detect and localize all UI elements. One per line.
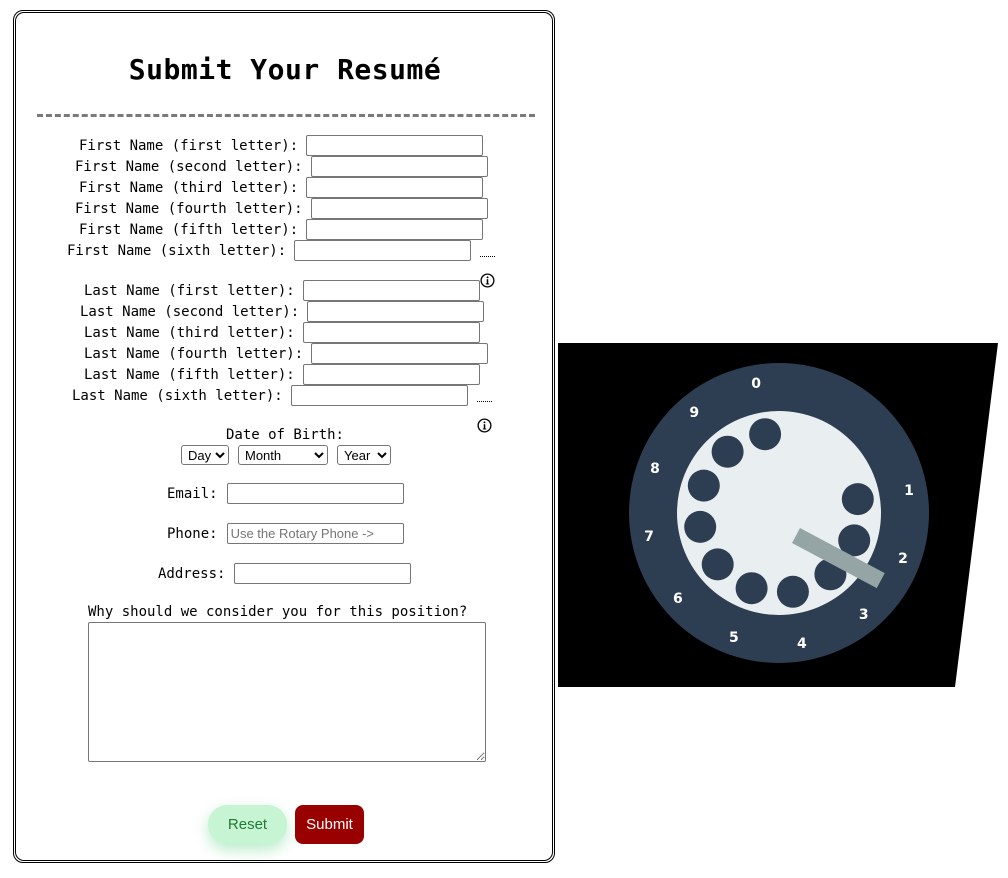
finger-hole[interactable] (687, 469, 720, 502)
first-name-letter-1-input[interactable] (306, 135, 484, 156)
first-name-label-4: First Name (fourth letter): (75, 200, 303, 217)
last-name-row-1: Last Name (first letter): (84, 280, 480, 301)
first-name-row-2: First Name (second letter): (75, 156, 488, 177)
submit-button[interactable]: Submit (295, 805, 364, 844)
dob-label: Date of Birth: (225, 427, 344, 443)
first-name-label-2: First Name (second letter): (75, 158, 303, 175)
last-name-label-5: Last Name (fifth letter): (84, 366, 295, 383)
first-name-row-5: First Name (fifth letter): (79, 219, 484, 240)
last-name-row-6: Last Name (sixth letter): (72, 385, 492, 433)
first-name-row-6: First Name (sixth letter): (67, 240, 496, 288)
dial-digit-2[interactable]: 2 (898, 551, 908, 567)
first-name-label-3: First Name (third letter): (79, 179, 299, 196)
first-name-label-5: First Name (fifth letter): (79, 221, 299, 238)
first-name-row-1: First Name (first letter): (79, 135, 484, 156)
dial-digit-5[interactable]: 5 (729, 630, 739, 646)
finger-hole[interactable] (749, 418, 782, 451)
rotary-phone-svg: 1 2 3 4 5 6 7 8 9 0 (558, 343, 998, 687)
last-name-letter-2-input[interactable] (307, 301, 485, 322)
why-textarea[interactable] (88, 622, 486, 762)
dob-month-select[interactable]: Month (238, 445, 328, 465)
last-name-label-4: Last Name (fourth letter): (84, 345, 304, 362)
last-name-letter-4-input[interactable] (311, 343, 489, 364)
dial-digit-3[interactable]: 3 (859, 607, 869, 623)
last-name-label-3: Last Name (third letter): (84, 324, 295, 341)
first-name-row-3: First Name (third letter): (79, 177, 484, 198)
finger-hole[interactable] (684, 510, 717, 543)
dial-digit-8[interactable]: 8 (650, 461, 660, 477)
first-name-letter-5-input[interactable] (306, 219, 484, 240)
finger-hole[interactable] (776, 575, 809, 608)
last-name-label-6: Last Name (sixth letter): (72, 387, 283, 404)
first-name-row-4: First Name (fourth letter): (75, 198, 488, 219)
finger-hole[interactable] (711, 435, 744, 468)
first-name-label-6: First Name (sixth letter): (67, 242, 287, 259)
phone-row: Phone: (167, 523, 404, 544)
dob-selects: Day Month Year (181, 445, 400, 465)
address-label: Address: (158, 565, 226, 582)
email-row: Email: (167, 483, 404, 504)
info-icon[interactable] (476, 386, 492, 433)
last-name-row-5: Last Name (fifth letter): (84, 364, 480, 385)
email-label: Email: (167, 485, 218, 502)
finger-hole[interactable] (841, 483, 874, 516)
first-name-letter-3-input[interactable] (306, 177, 484, 198)
first-name-letter-4-input[interactable] (310, 198, 488, 219)
info-icon[interactable] (480, 241, 496, 288)
last-name-letter-6-input[interactable] (290, 385, 468, 406)
last-name-row-2: Last Name (second letter): (80, 301, 485, 322)
first-name-letter-6-input[interactable] (294, 240, 472, 261)
dob-year-select[interactable]: Year (337, 445, 391, 465)
last-name-letter-1-input[interactable] (302, 280, 480, 301)
dial-digit-6[interactable]: 6 (673, 591, 683, 607)
last-name-letter-5-input[interactable] (302, 364, 480, 385)
address-row: Address: (158, 563, 412, 584)
dial-digit-9[interactable]: 9 (689, 405, 699, 421)
address-field[interactable] (234, 563, 412, 584)
dial-digit-4[interactable]: 4 (797, 636, 807, 652)
last-name-label-1: Last Name (first letter): (84, 282, 295, 299)
resume-form-card: Submit Your Resumé First Name (first let… (13, 10, 555, 863)
reset-button[interactable]: Reset (208, 805, 287, 844)
why-label: Why should we consider you for this posi… (88, 604, 468, 620)
phone-field[interactable] (226, 523, 404, 544)
last-name-label-2: Last Name (second letter): (80, 303, 300, 320)
title-divider (37, 114, 535, 117)
dial-digit-0[interactable]: 0 (751, 376, 761, 392)
dial-digit-1[interactable]: 1 (904, 483, 914, 499)
first-name-label-1: First Name (first letter): (79, 137, 299, 154)
finger-hole[interactable] (735, 572, 768, 605)
first-name-letter-2-input[interactable] (310, 156, 488, 177)
dial-digit-7[interactable]: 7 (644, 529, 654, 545)
phone-label: Phone: (167, 525, 218, 542)
dob-day-select[interactable]: Day (181, 445, 229, 465)
last-name-row-3: Last Name (third letter): (84, 322, 480, 343)
page-title: Submit Your Resumé (128, 53, 442, 86)
rotary-phone-panel: 1 2 3 4 5 6 7 8 9 0 (558, 343, 1000, 687)
last-name-letter-3-input[interactable] (302, 322, 480, 343)
finger-hole[interactable] (701, 548, 734, 581)
email-field[interactable] (226, 483, 404, 504)
last-name-row-4: Last Name (fourth letter): (84, 343, 489, 364)
